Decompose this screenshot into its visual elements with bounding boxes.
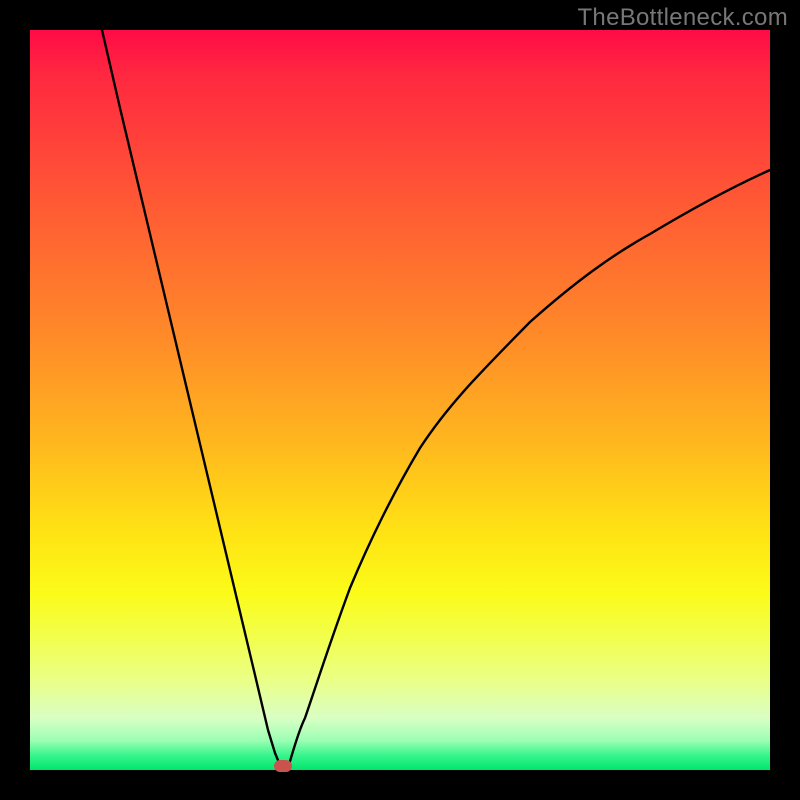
- curve-left-branch: [102, 30, 283, 768]
- optimum-marker: [274, 760, 292, 772]
- bottleneck-curve: [30, 30, 770, 770]
- chart-frame: TheBottleneck.com: [0, 0, 800, 800]
- watermark-text: TheBottleneck.com: [577, 4, 788, 32]
- curve-right-branch: [288, 170, 770, 768]
